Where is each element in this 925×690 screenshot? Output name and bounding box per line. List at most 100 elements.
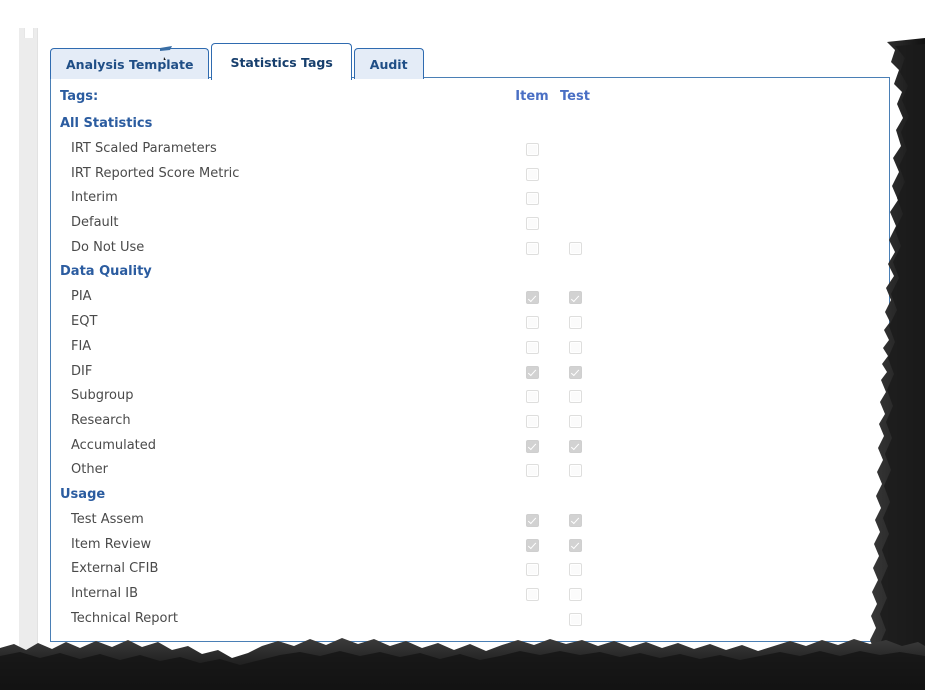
tag-test-cell xyxy=(552,217,598,230)
tag-group-heading: All Statistics xyxy=(60,116,153,131)
tag-test-cell xyxy=(552,168,598,181)
tag-row-label: DIF xyxy=(71,363,93,379)
tag-row: Default xyxy=(51,212,889,237)
checkbox-item[interactable] xyxy=(525,365,539,379)
tag-test-cell xyxy=(552,192,598,205)
tab-bar: Analysis Template Statistics Tags Audit xyxy=(50,43,426,80)
checkbox-test[interactable] xyxy=(568,241,582,255)
tag-test-cell xyxy=(552,241,598,255)
tag-row-label: IRT Scaled Parameters xyxy=(71,141,217,156)
checkbox-test[interactable] xyxy=(568,291,582,305)
tags-header-row: Tags: Item Test xyxy=(51,88,889,113)
checkbox-test[interactable] xyxy=(568,390,582,404)
tab-audit[interactable]: Audit xyxy=(353,48,424,79)
tag-item-cell xyxy=(509,217,555,231)
tag-item-cell xyxy=(509,167,555,181)
tag-test-cell xyxy=(552,143,598,156)
tag-test-cell xyxy=(552,390,598,404)
tag-test-cell xyxy=(552,414,598,428)
tag-row: IRT Scaled Parameters xyxy=(51,138,889,163)
tab-statistics-tags-label: Statistics Tags xyxy=(230,54,333,70)
tag-row: Subgroup xyxy=(51,385,889,410)
tag-item-cell xyxy=(509,414,555,428)
checkbox-item[interactable] xyxy=(525,464,539,478)
checkbox-item[interactable] xyxy=(525,390,539,404)
tag-item-cell xyxy=(509,316,555,330)
tag-item-cell xyxy=(509,563,555,577)
tab-audit-label: Audit xyxy=(369,56,408,72)
tag-item-cell xyxy=(509,464,555,478)
checkbox-test[interactable] xyxy=(568,538,582,552)
tag-row: Technical Report xyxy=(51,608,889,633)
checkbox-item[interactable] xyxy=(525,291,539,305)
tag-row-label: IRT Reported Score Metric xyxy=(71,165,240,181)
tag-row-label: Test Assem xyxy=(71,511,144,527)
checkbox-item[interactable] xyxy=(525,588,539,601)
column-header-item: Item xyxy=(515,89,549,104)
tag-item-cell xyxy=(509,192,555,206)
tag-item-cell xyxy=(509,241,555,255)
checkbox-item[interactable] xyxy=(525,439,539,453)
tag-row: Do Not Use xyxy=(51,237,889,262)
column-header-test: Test xyxy=(560,89,590,104)
checkbox-item[interactable] xyxy=(525,143,539,156)
tag-row: Interim xyxy=(51,187,889,212)
checkbox-test[interactable] xyxy=(568,563,582,577)
tag-row-label: EQT xyxy=(71,314,98,330)
tag-test-cell xyxy=(552,612,598,626)
tag-row-label: Technical Report xyxy=(71,610,178,626)
tag-row-label: External CFIB xyxy=(71,561,159,577)
tag-test-cell xyxy=(552,538,598,552)
tag-item-cell xyxy=(509,291,555,305)
checkbox-item[interactable] xyxy=(525,316,539,330)
tag-row: External CFIB xyxy=(51,558,889,583)
screenshot-canvas: Analysis Template Statistics Tags Audit … xyxy=(0,0,925,690)
tag-row: IRT Reported Score Metric xyxy=(51,163,889,188)
tag-item-cell xyxy=(509,365,555,379)
tag-test-cell xyxy=(552,291,598,305)
statistics-tags-panel: Tags: Item Test All Statistics IRT Scaled… xyxy=(50,77,890,642)
checkbox-test[interactable] xyxy=(568,612,582,626)
tab-analysis-template-label: Analysis Template xyxy=(66,56,194,72)
tag-row-label: Research xyxy=(71,412,131,428)
tag-test-cell xyxy=(552,563,598,577)
checkbox-test[interactable] xyxy=(568,439,582,453)
tag-row: Internal IB xyxy=(51,583,889,608)
tag-item-cell xyxy=(509,613,555,626)
checkbox-item[interactable] xyxy=(525,192,539,206)
tab-statistics-tags[interactable]: Statistics Tags xyxy=(211,43,352,80)
tag-test-cell xyxy=(552,464,598,478)
tags-label: Tags: xyxy=(60,89,99,104)
tag-row-label: PIA xyxy=(71,289,92,305)
checkbox-item[interactable] xyxy=(525,513,539,527)
checkbox-test[interactable] xyxy=(568,340,582,354)
tag-item-cell xyxy=(509,538,555,552)
tag-row: Accumulated xyxy=(51,435,889,460)
tag-row: FIA xyxy=(51,336,889,361)
checkbox-test[interactable] xyxy=(568,414,582,428)
checkbox-test[interactable] xyxy=(568,513,582,527)
tab-analysis-template[interactable]: Analysis Template xyxy=(50,48,210,79)
checkbox-item[interactable] xyxy=(525,340,539,354)
tag-item-cell xyxy=(509,513,555,527)
tag-row-label: Internal IB xyxy=(71,586,138,601)
checkbox-test[interactable] xyxy=(568,316,582,330)
tag-row: Item Review xyxy=(51,534,889,559)
tag-test-cell xyxy=(552,340,598,354)
tag-row: PIA xyxy=(51,286,889,311)
tag-row-label: Default xyxy=(71,215,119,231)
checkbox-test[interactable] xyxy=(568,464,582,478)
checkbox-test[interactable] xyxy=(568,365,582,379)
tag-group-heading: Usage xyxy=(60,486,106,502)
checkbox-item[interactable] xyxy=(525,414,539,428)
tag-row-label: Other xyxy=(71,462,108,478)
checkbox-item[interactable] xyxy=(525,563,539,577)
checkbox-item[interactable] xyxy=(525,167,539,181)
checkbox-item[interactable] xyxy=(525,241,539,255)
tag-row-label: Interim xyxy=(71,190,118,206)
checkbox-item[interactable] xyxy=(525,217,539,231)
checkbox-item[interactable] xyxy=(525,538,539,552)
tag-row: Test Assem xyxy=(51,509,889,534)
tag-item-cell xyxy=(509,439,555,453)
checkbox-test[interactable] xyxy=(568,588,582,601)
